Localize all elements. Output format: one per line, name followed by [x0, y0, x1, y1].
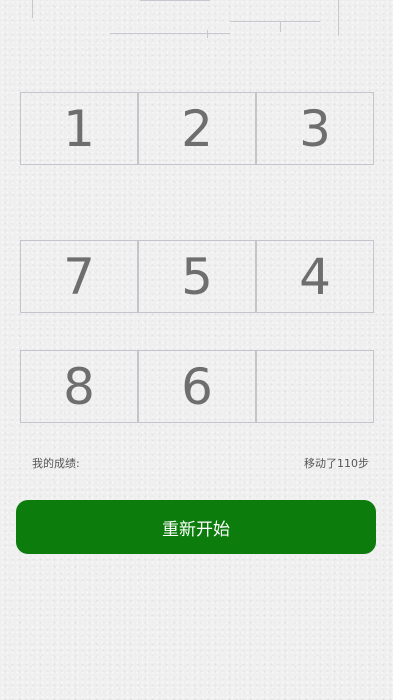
score-label: 我的成绩:: [32, 457, 80, 470]
tile-r2-c3[interactable]: 4: [256, 240, 374, 313]
tile-r2-c2[interactable]: 5: [138, 240, 256, 313]
restart-button-label: 重新开始: [162, 519, 230, 540]
tile-r1-c3[interactable]: 3: [256, 92, 374, 165]
restart-button[interactable]: 重新开始: [16, 500, 376, 554]
tile-r1-c2[interactable]: 2: [138, 92, 256, 165]
tile-r3-c1[interactable]: 8: [20, 350, 138, 423]
moves-count-text: 移动了110步: [304, 457, 369, 470]
tile-r3-c2[interactable]: 6: [138, 350, 256, 423]
tile-r2-c1[interactable]: 7: [20, 240, 138, 313]
tile-r1-c1[interactable]: 1: [20, 92, 138, 165]
puzzle-board: 1 2 3 7 5 4 8 6: [0, 0, 393, 430]
score-row: 我的成绩: 移动了110步: [32, 455, 369, 471]
tile-empty-slot[interactable]: [256, 350, 374, 423]
